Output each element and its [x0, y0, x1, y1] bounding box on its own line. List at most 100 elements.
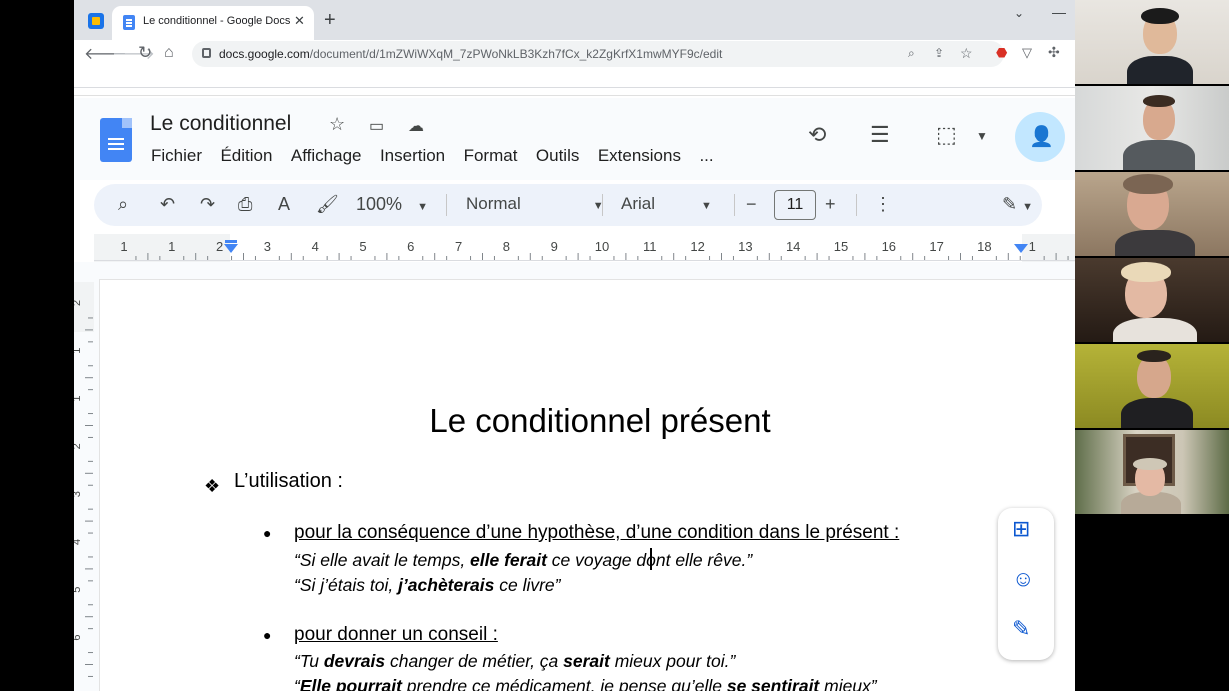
ruler-label: 13	[738, 239, 752, 254]
active-tab[interactable]: Le conditionnel - Google Docs ✕	[112, 6, 314, 40]
add-comment-icon[interactable]: ⊞	[1012, 516, 1030, 542]
ruler-label: 3	[264, 239, 271, 254]
vertical-ruler[interactable]: 2 1 1 2 3 4 5 6	[74, 282, 94, 691]
version-history-icon[interactable]: ⟲	[808, 122, 826, 148]
toolbar-divider	[856, 194, 857, 216]
menu-more[interactable]: ...	[699, 146, 713, 165]
vertical-ruler-label: 4	[74, 539, 83, 545]
share-button[interactable]: 👤	[1015, 112, 1065, 162]
document-heading: Le conditionnel présent	[429, 402, 771, 439]
paragraph-style-select[interactable]: Normal ▼	[466, 194, 604, 216]
redo-icon[interactable]: ↷	[200, 194, 215, 214]
paint-format-icon[interactable]: 🖌	[316, 194, 339, 214]
participant-video[interactable]	[1075, 258, 1229, 342]
undo-icon[interactable]: ↶	[160, 194, 175, 214]
menu-format[interactable]: Format	[464, 146, 518, 165]
more-options-icon[interactable]: ⋮	[874, 194, 892, 214]
section-label: L’utilisation :	[234, 470, 343, 492]
ruler-label: 2	[216, 239, 223, 254]
vertical-ruler-label: 2	[74, 300, 83, 306]
horizontal-ruler[interactable]: 1 1 2 3 4 5 6 7 8 9 10 11 12 13 14 15 16 17 18 1	[94, 234, 1075, 262]
lock-icon[interactable]	[202, 48, 211, 58]
menu-outils[interactable]: Outils	[536, 146, 579, 165]
meet-camera-icon[interactable]: ⬚	[936, 122, 957, 148]
menu-fichier[interactable]: Fichier	[151, 146, 202, 165]
tab-strip: Le conditionnel - Google Docs ✕ + ⌄ —	[74, 0, 1075, 40]
ruler-margin	[94, 234, 230, 262]
share-page-icon[interactable]: ⇪	[934, 46, 944, 60]
participant-video[interactable]	[1075, 430, 1229, 514]
menu-affichage[interactable]: Affichage	[291, 146, 362, 165]
document-title[interactable]: Le conditionnel	[150, 112, 291, 136]
search-menus-icon[interactable]: ⌕	[118, 194, 128, 214]
participant-video[interactable]	[1075, 0, 1229, 84]
text-cursor	[650, 548, 652, 570]
bookmark-star-icon[interactable]: ☆	[960, 45, 973, 62]
close-tab-icon[interactable]: ✕	[294, 13, 305, 29]
star-icon[interactable]: ☆	[329, 114, 345, 135]
ruler-label: 16	[882, 239, 896, 254]
font-select[interactable]: Arial ▼	[621, 194, 712, 216]
extension-pocket-icon[interactable]: ▽	[1022, 45, 1032, 61]
minimize-button[interactable]: —	[1052, 4, 1066, 20]
toolbar-divider	[446, 194, 447, 216]
participant-video[interactable]	[1075, 86, 1229, 170]
increase-font-size-button[interactable]: +	[825, 194, 836, 214]
toolbar-divider	[734, 194, 735, 216]
zoom-icon[interactable]: ⌕	[908, 46, 915, 61]
vertical-ruler-label: 2	[74, 443, 83, 449]
new-tab-button[interactable]: +	[324, 8, 336, 32]
emoji-reaction-icon[interactable]: ☺	[1012, 566, 1034, 592]
editing-mode-icon[interactable]: ✎ ▼	[1002, 194, 1033, 217]
vertical-ruler-label: 6	[74, 634, 83, 640]
formatting-toolbar: ⌕ ↶ ↷ ⎙ A 🖌 100% ▼ Normal ▼ Arial ▼ − 11 +…	[94, 184, 1042, 226]
vertical-ruler-label: 1	[74, 348, 83, 354]
docs-header: Le conditionnel ☆ ▭ ☁ Fichier Édition Af…	[74, 98, 1075, 180]
extension-shield-icon[interactable]: ⬣	[996, 45, 1007, 61]
menu-edition[interactable]: Édition	[220, 146, 272, 165]
vertical-ruler-label: 1	[74, 395, 83, 401]
ruler-label: 11	[643, 239, 657, 254]
participant-video[interactable]	[1075, 172, 1229, 256]
spellcheck-icon[interactable]: A	[278, 194, 290, 214]
ruler-label: 1	[1029, 239, 1036, 254]
ruler-margin	[74, 282, 94, 332]
address-row: 🡐 🡒 ↻ ⌂ docs.google.com/document/d/1mZWi…	[74, 40, 1075, 88]
pinned-tab-icon[interactable]	[88, 13, 104, 29]
example-line: “Si j’étais toi, j’achèterais ce livre”	[294, 575, 561, 595]
side-actions-panel: ⊞ ☺ ✎	[998, 508, 1054, 660]
move-folder-icon[interactable]: ▭	[369, 116, 384, 136]
participant-video[interactable]	[1075, 344, 1229, 428]
menu-extensions[interactable]: Extensions	[598, 146, 681, 165]
ruler-label: 15	[834, 239, 848, 254]
bullet-icon: ●	[263, 627, 272, 643]
ruler-label: 1	[120, 239, 127, 254]
add-person-icon: 👤	[1029, 126, 1054, 148]
zoom-select[interactable]: 100% ▼	[356, 194, 428, 217]
ruler-label: 8	[503, 239, 510, 254]
comments-icon[interactable]: ☰	[870, 122, 890, 148]
ruler-label: 5	[359, 239, 366, 254]
meet-dropdown-icon[interactable]: ▼	[976, 129, 988, 143]
example-line: “Si elle avait le temps, elle ferait ce …	[294, 550, 753, 570]
font-size-input[interactable]: 11	[774, 190, 816, 220]
docs-favicon-icon	[123, 15, 135, 30]
extensions-puzzle-icon[interactable]: ✣	[1048, 44, 1060, 61]
ruler-ticks: 1 1 2 3 4 5 6 7 8 9 10 11 12 13 14 15 16 17 18 1	[94, 234, 1075, 262]
docs-logo-icon[interactable]	[100, 118, 132, 162]
address-bar[interactable]: docs.google.com/document/d/1mZWiWXqM_7zP…	[192, 41, 1004, 67]
home-icon[interactable]: ⌂	[164, 44, 174, 62]
decrease-font-size-button[interactable]: −	[746, 194, 757, 214]
screen: Le conditionnel - Google Docs ✕ + ⌄ — 🡐 …	[0, 0, 1229, 691]
ruler-label: 18	[977, 239, 991, 254]
ruler-label: 1	[168, 239, 175, 254]
reload-icon[interactable]: ↻	[138, 44, 152, 62]
document-page[interactable]: Le conditionnel présent ❖ L’utilisation …	[100, 280, 1075, 691]
menu-insertion[interactable]: Insertion	[380, 146, 445, 165]
ruler-label: 17	[929, 239, 943, 254]
cloud-status-icon[interactable]: ☁	[408, 116, 424, 136]
vertical-ruler-label: 5	[74, 587, 83, 593]
suggest-edits-icon[interactable]: ✎	[1012, 616, 1030, 642]
tab-search-icon[interactable]: ⌄	[1014, 6, 1024, 20]
print-icon[interactable]: ⎙	[238, 194, 252, 214]
